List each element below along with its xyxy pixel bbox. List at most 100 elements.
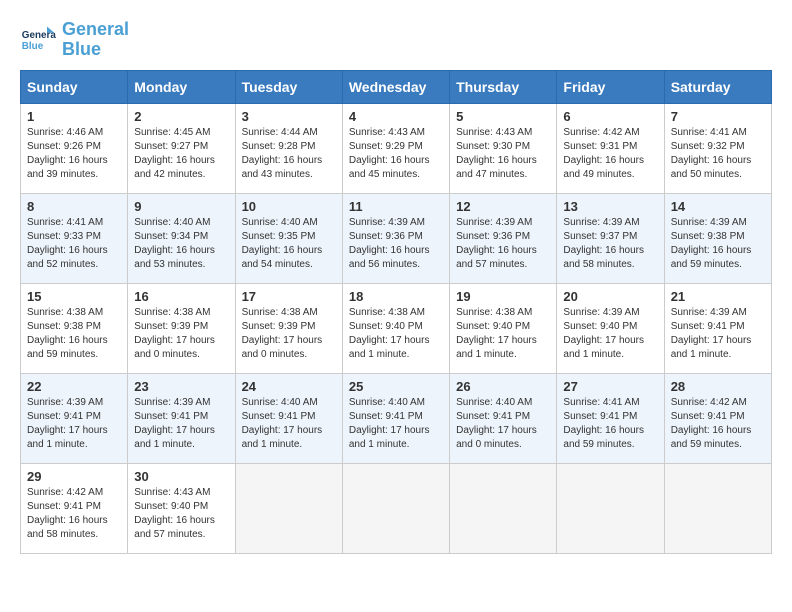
day-number: 21 <box>671 289 765 304</box>
day-info: Sunrise: 4:39 AM Sunset: 9:37 PM Dayligh… <box>563 216 657 272</box>
day-number: 25 <box>349 379 443 394</box>
day-info: Sunrise: 4:41 AM Sunset: 9:32 PM Dayligh… <box>671 126 765 182</box>
day-info: Sunrise: 4:38 AM Sunset: 9:40 PM Dayligh… <box>456 306 550 362</box>
calendar-cell: 9 Sunrise: 4:40 AM Sunset: 9:34 PM Dayli… <box>128 193 235 283</box>
day-number: 7 <box>671 109 765 124</box>
calendar-cell: 16 Sunrise: 4:38 AM Sunset: 9:39 PM Dayl… <box>128 283 235 373</box>
calendar-cell: 30 Sunrise: 4:43 AM Sunset: 9:40 PM Dayl… <box>128 463 235 553</box>
day-info: Sunrise: 4:38 AM Sunset: 9:39 PM Dayligh… <box>134 306 228 362</box>
day-info: Sunrise: 4:45 AM Sunset: 9:27 PM Dayligh… <box>134 126 228 182</box>
day-info: Sunrise: 4:44 AM Sunset: 9:28 PM Dayligh… <box>242 126 336 182</box>
logo: General Blue General Blue <box>20 20 129 60</box>
calendar-cell: 3 Sunrise: 4:44 AM Sunset: 9:28 PM Dayli… <box>235 103 342 193</box>
day-number: 26 <box>456 379 550 394</box>
calendar-cell: 20 Sunrise: 4:39 AM Sunset: 9:40 PM Dayl… <box>557 283 664 373</box>
calendar-cell: 8 Sunrise: 4:41 AM Sunset: 9:33 PM Dayli… <box>21 193 128 283</box>
calendar-cell: 22 Sunrise: 4:39 AM Sunset: 9:41 PM Dayl… <box>21 373 128 463</box>
calendar-cell: 17 Sunrise: 4:38 AM Sunset: 9:39 PM Dayl… <box>235 283 342 373</box>
day-number: 20 <box>563 289 657 304</box>
day-number: 11 <box>349 199 443 214</box>
day-number: 5 <box>456 109 550 124</box>
day-number: 3 <box>242 109 336 124</box>
day-number: 28 <box>671 379 765 394</box>
day-number: 14 <box>671 199 765 214</box>
day-number: 19 <box>456 289 550 304</box>
day-number: 29 <box>27 469 121 484</box>
day-number: 13 <box>563 199 657 214</box>
day-info: Sunrise: 4:40 AM Sunset: 9:35 PM Dayligh… <box>242 216 336 272</box>
day-info: Sunrise: 4:38 AM Sunset: 9:39 PM Dayligh… <box>242 306 336 362</box>
col-friday: Friday <box>557 70 664 103</box>
calendar-cell <box>664 463 771 553</box>
calendar-cell: 5 Sunrise: 4:43 AM Sunset: 9:30 PM Dayli… <box>450 103 557 193</box>
calendar-cell <box>557 463 664 553</box>
day-info: Sunrise: 4:42 AM Sunset: 9:41 PM Dayligh… <box>27 486 121 542</box>
calendar-header-row: Sunday Monday Tuesday Wednesday Thursday… <box>21 70 772 103</box>
day-info: Sunrise: 4:40 AM Sunset: 9:41 PM Dayligh… <box>242 396 336 452</box>
day-info: Sunrise: 4:38 AM Sunset: 9:40 PM Dayligh… <box>349 306 443 362</box>
calendar-cell: 14 Sunrise: 4:39 AM Sunset: 9:38 PM Dayl… <box>664 193 771 283</box>
day-number: 30 <box>134 469 228 484</box>
day-info: Sunrise: 4:39 AM Sunset: 9:38 PM Dayligh… <box>671 216 765 272</box>
day-info: Sunrise: 4:40 AM Sunset: 9:41 PM Dayligh… <box>456 396 550 452</box>
day-info: Sunrise: 4:38 AM Sunset: 9:38 PM Dayligh… <box>27 306 121 362</box>
calendar-cell: 29 Sunrise: 4:42 AM Sunset: 9:41 PM Dayl… <box>21 463 128 553</box>
day-info: Sunrise: 4:42 AM Sunset: 9:41 PM Dayligh… <box>671 396 765 452</box>
day-info: Sunrise: 4:39 AM Sunset: 9:41 PM Dayligh… <box>134 396 228 452</box>
calendar-row: 1 Sunrise: 4:46 AM Sunset: 9:26 PM Dayli… <box>21 103 772 193</box>
calendar-cell: 11 Sunrise: 4:39 AM Sunset: 9:36 PM Dayl… <box>342 193 449 283</box>
calendar-cell: 28 Sunrise: 4:42 AM Sunset: 9:41 PM Dayl… <box>664 373 771 463</box>
col-tuesday: Tuesday <box>235 70 342 103</box>
day-info: Sunrise: 4:43 AM Sunset: 9:29 PM Dayligh… <box>349 126 443 182</box>
day-info: Sunrise: 4:41 AM Sunset: 9:41 PM Dayligh… <box>563 396 657 452</box>
day-info: Sunrise: 4:39 AM Sunset: 9:36 PM Dayligh… <box>456 216 550 272</box>
day-number: 17 <box>242 289 336 304</box>
day-number: 4 <box>349 109 443 124</box>
day-number: 8 <box>27 199 121 214</box>
logo-text: General Blue <box>62 20 129 60</box>
day-info: Sunrise: 4:39 AM Sunset: 9:41 PM Dayligh… <box>27 396 121 452</box>
calendar-cell <box>450 463 557 553</box>
day-number: 23 <box>134 379 228 394</box>
calendar-cell: 12 Sunrise: 4:39 AM Sunset: 9:36 PM Dayl… <box>450 193 557 283</box>
col-thursday: Thursday <box>450 70 557 103</box>
calendar-cell: 24 Sunrise: 4:40 AM Sunset: 9:41 PM Dayl… <box>235 373 342 463</box>
day-info: Sunrise: 4:43 AM Sunset: 9:40 PM Dayligh… <box>134 486 228 542</box>
day-info: Sunrise: 4:43 AM Sunset: 9:30 PM Dayligh… <box>456 126 550 182</box>
day-number: 16 <box>134 289 228 304</box>
day-info: Sunrise: 4:39 AM Sunset: 9:36 PM Dayligh… <box>349 216 443 272</box>
header: General Blue General Blue <box>20 20 772 60</box>
col-wednesday: Wednesday <box>342 70 449 103</box>
calendar-cell: 21 Sunrise: 4:39 AM Sunset: 9:41 PM Dayl… <box>664 283 771 373</box>
day-number: 18 <box>349 289 443 304</box>
col-monday: Monday <box>128 70 235 103</box>
day-number: 2 <box>134 109 228 124</box>
calendar-cell: 7 Sunrise: 4:41 AM Sunset: 9:32 PM Dayli… <box>664 103 771 193</box>
day-number: 12 <box>456 199 550 214</box>
day-number: 22 <box>27 379 121 394</box>
col-sunday: Sunday <box>21 70 128 103</box>
day-info: Sunrise: 4:42 AM Sunset: 9:31 PM Dayligh… <box>563 126 657 182</box>
calendar-cell: 1 Sunrise: 4:46 AM Sunset: 9:26 PM Dayli… <box>21 103 128 193</box>
day-info: Sunrise: 4:41 AM Sunset: 9:33 PM Dayligh… <box>27 216 121 272</box>
day-info: Sunrise: 4:40 AM Sunset: 9:41 PM Dayligh… <box>349 396 443 452</box>
day-number: 15 <box>27 289 121 304</box>
calendar-cell: 26 Sunrise: 4:40 AM Sunset: 9:41 PM Dayl… <box>450 373 557 463</box>
calendar-cell <box>235 463 342 553</box>
svg-text:Blue: Blue <box>22 41 44 52</box>
day-number: 24 <box>242 379 336 394</box>
calendar-cell: 4 Sunrise: 4:43 AM Sunset: 9:29 PM Dayli… <box>342 103 449 193</box>
calendar-cell <box>342 463 449 553</box>
day-info: Sunrise: 4:39 AM Sunset: 9:41 PM Dayligh… <box>671 306 765 362</box>
day-number: 10 <box>242 199 336 214</box>
day-info: Sunrise: 4:46 AM Sunset: 9:26 PM Dayligh… <box>27 126 121 182</box>
calendar-cell: 15 Sunrise: 4:38 AM Sunset: 9:38 PM Dayl… <box>21 283 128 373</box>
day-number: 6 <box>563 109 657 124</box>
calendar-cell: 19 Sunrise: 4:38 AM Sunset: 9:40 PM Dayl… <box>450 283 557 373</box>
calendar-cell: 2 Sunrise: 4:45 AM Sunset: 9:27 PM Dayli… <box>128 103 235 193</box>
calendar-row: 22 Sunrise: 4:39 AM Sunset: 9:41 PM Dayl… <box>21 373 772 463</box>
calendar-row: 29 Sunrise: 4:42 AM Sunset: 9:41 PM Dayl… <box>21 463 772 553</box>
calendar-cell: 25 Sunrise: 4:40 AM Sunset: 9:41 PM Dayl… <box>342 373 449 463</box>
day-number: 9 <box>134 199 228 214</box>
calendar-cell: 13 Sunrise: 4:39 AM Sunset: 9:37 PM Dayl… <box>557 193 664 283</box>
